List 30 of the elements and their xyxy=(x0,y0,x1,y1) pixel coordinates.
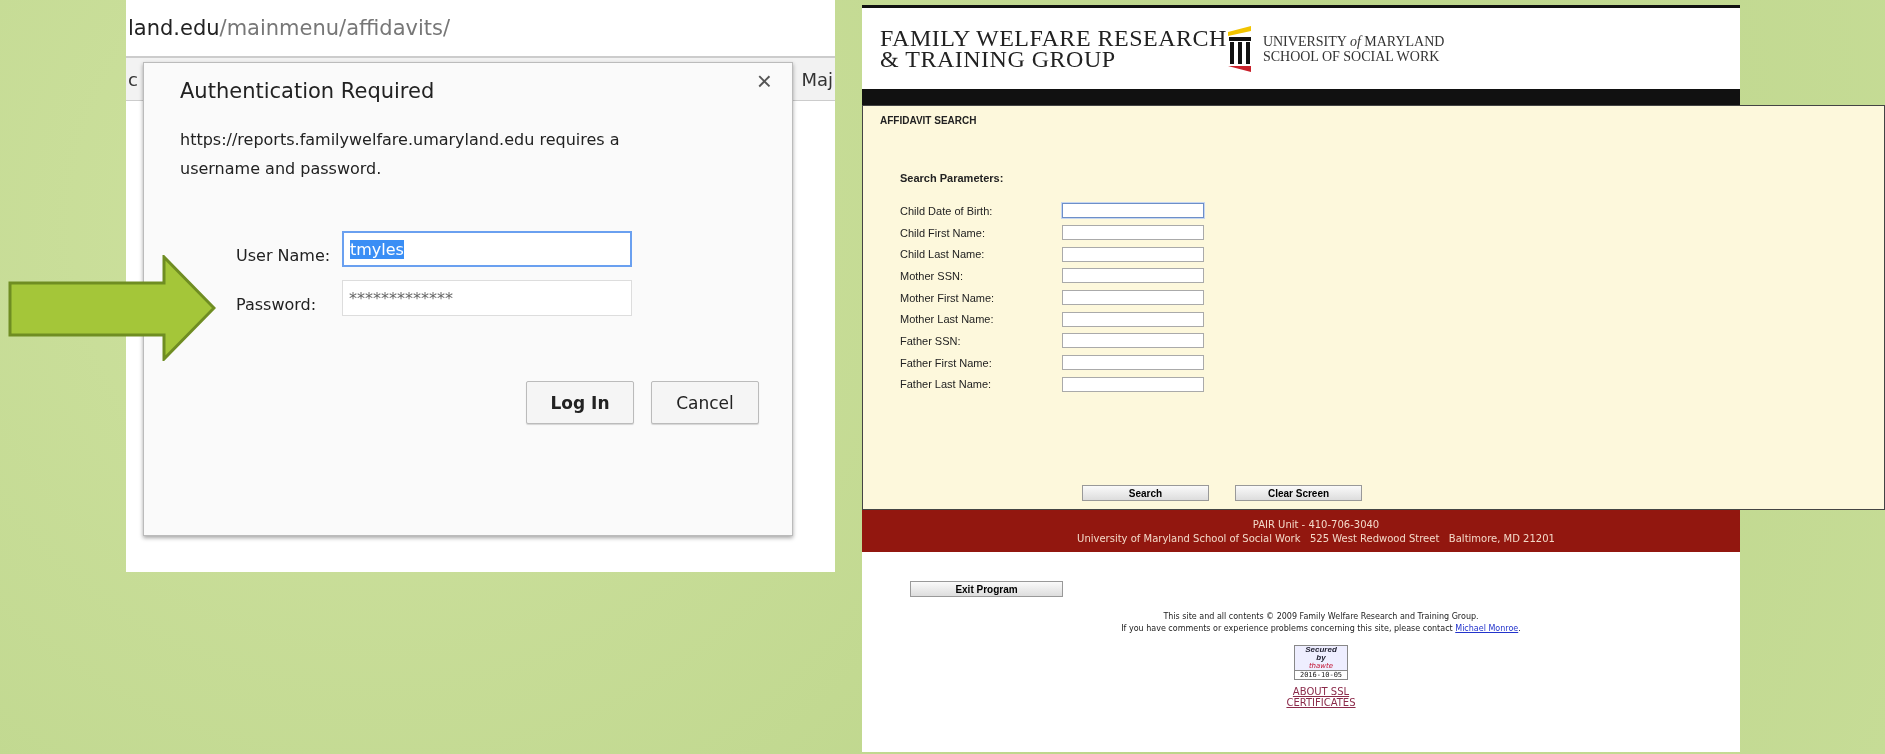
field-label: Father First Name: xyxy=(900,356,993,369)
copyright-text: This site and all contents © 2009 Family Welfare Research and Training Group. xyxy=(1162,611,1480,623)
dialog-message: https://reports.familywelfare.umaryland.edu requires a username and password. xyxy=(180,129,621,180)
footer-text: PAIR Unit - 410-706-3040 xyxy=(1252,518,1380,530)
dialog-button[interactable]: Log In xyxy=(526,381,634,424)
close-button[interactable]: × xyxy=(750,65,778,98)
page-title: AFFIDAVIT SEARCH xyxy=(880,115,978,126)
input-field[interactable]: ************* xyxy=(342,280,632,316)
dialog-button[interactable]: Cancel xyxy=(651,381,759,424)
field-label: Mother Last Name: xyxy=(900,313,995,326)
field-label: Child Date of Birth: xyxy=(900,204,994,217)
section-heading: Search Parameters: xyxy=(900,172,1005,184)
contact-text: If you have comments or experience problems concerning this site, please contact Michael Monroe. xyxy=(1120,623,1522,635)
field-label: Password: xyxy=(236,295,318,314)
browser-tab[interactable]: Maj xyxy=(801,68,833,90)
exit-button[interactable]: Exit Program xyxy=(910,581,1063,597)
dialog-title: Authentication Required xyxy=(180,78,436,103)
field-label: Mother First Name: xyxy=(900,291,996,304)
field-label: Mother SSN: xyxy=(900,269,964,282)
field-label: Child First Name: xyxy=(900,226,986,239)
field-label: User Name: xyxy=(236,246,332,265)
browser-tab[interactable]: c xyxy=(128,68,138,90)
footer-text: University of Maryland School of Social Work 525 West Redwood Street Baltimore, MD 21201 xyxy=(1077,532,1555,544)
form-button[interactable]: Search xyxy=(1082,485,1209,501)
field-label: Father SSN: xyxy=(900,334,962,347)
field-label: Father Last Name: xyxy=(900,378,993,391)
org-logo-text: FAMILY WELFARE RESEARCH & TRAINING GROUP xyxy=(880,27,1227,70)
ssl-link[interactable]: ABOUT SSL CERTIFICATES xyxy=(1281,686,1361,708)
form-button[interactable]: Clear Screen xyxy=(1235,485,1362,501)
field-label: Child Last Name: xyxy=(900,248,986,261)
